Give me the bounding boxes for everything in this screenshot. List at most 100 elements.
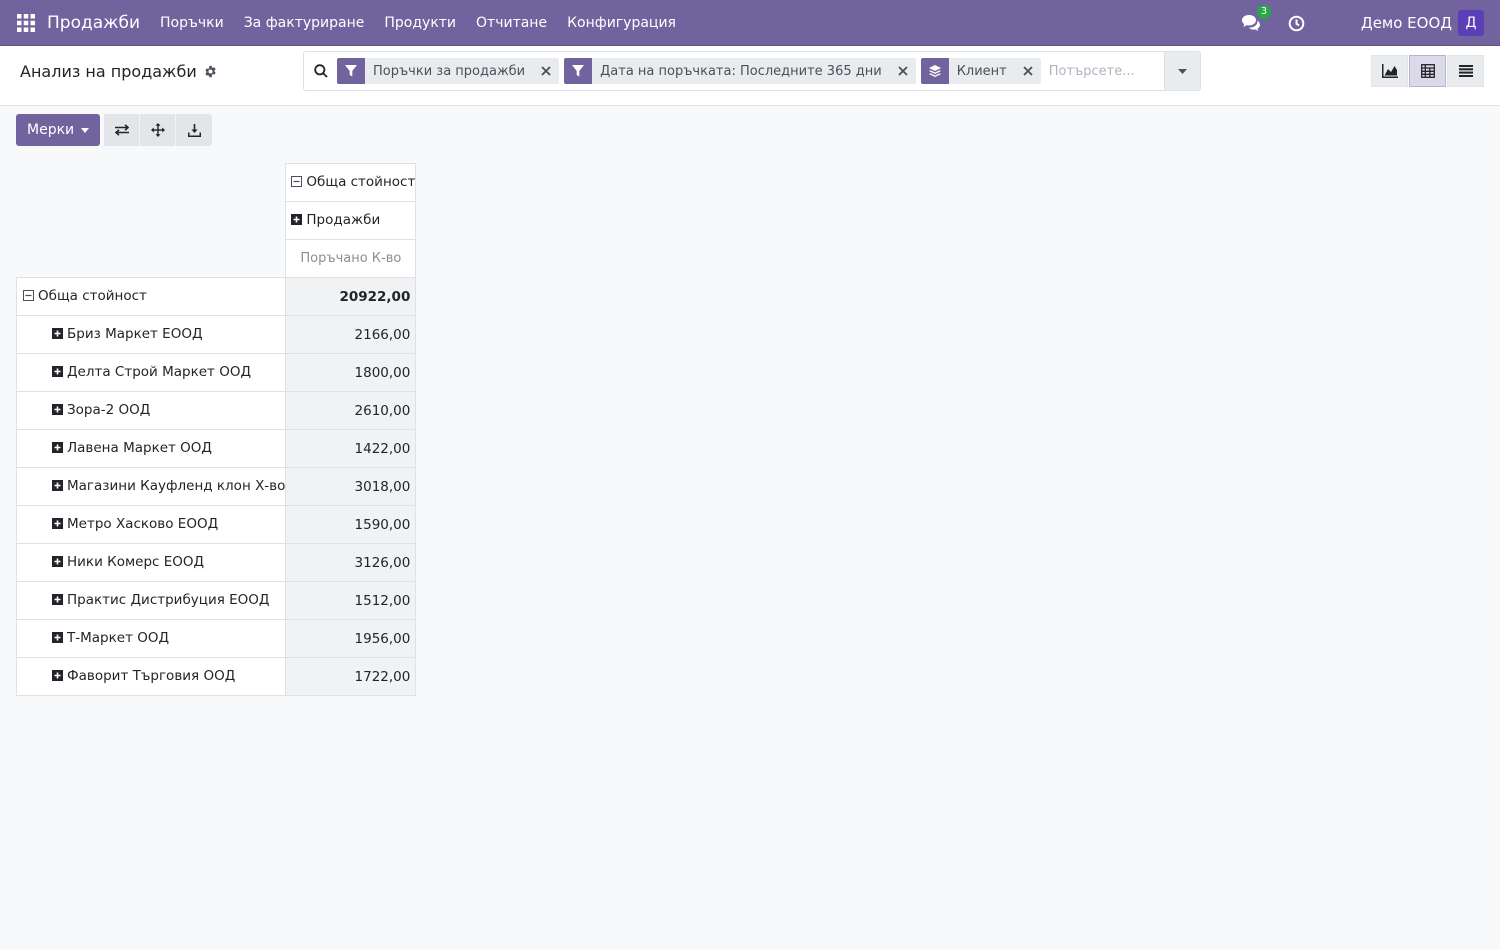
pivot-corner [16, 163, 287, 202]
pivot-table: Обща стойност Продажби Поръчано К-во Общ… [15, 163, 417, 696]
menu-item-reporting[interactable]: Отчитане [476, 15, 547, 31]
pivot-cell[interactable]: 2166,00 [285, 315, 417, 354]
menu-item-to-invoice[interactable]: За фактуриране [244, 15, 365, 31]
pivot-toolbar: Мерки [16, 114, 213, 146]
pivot-cell[interactable]: 1590,00 [285, 505, 417, 544]
pivot-cell[interactable]: 1956,00 [285, 619, 417, 658]
plus-square-icon [52, 404, 63, 416]
graph-view-icon[interactable] [1371, 55, 1408, 87]
facet-label: Клиент [956, 63, 1007, 79]
pivot-row: Бриз Маркет ЕООД 2166,00 [15, 315, 417, 354]
app-menu-icon[interactable] [0, 0, 52, 46]
messages-badge: 3 [1256, 5, 1271, 19]
plus-square-icon [52, 518, 63, 530]
pivot-cell[interactable]: 3018,00 [285, 467, 417, 506]
row-header[interactable]: Ники Комерс ЕООД [15, 543, 287, 582]
menu-item-products[interactable]: Продукти [384, 15, 456, 31]
pivot-cell[interactable]: 20922,00 [285, 277, 417, 316]
row-header[interactable]: Лавена Маркет ООД [15, 429, 287, 468]
row-header[interactable]: Практис Дистрибуция ЕООД [15, 581, 287, 620]
plus-square-icon [52, 632, 63, 644]
remove-facet-icon[interactable] [892, 58, 914, 84]
flip-axis-button[interactable] [104, 114, 141, 146]
measures-button[interactable]: Мерки [16, 114, 101, 146]
row-header[interactable]: Зора-2 ООД [15, 391, 287, 430]
pivot-cell[interactable]: 1800,00 [285, 353, 417, 392]
row-header-label: Фаворит Търговия ООД [67, 667, 236, 684]
row-header-total[interactable]: Обща стойност [15, 277, 287, 316]
row-header[interactable]: Метро Хасково ЕООД [15, 505, 287, 544]
measure-header[interactable]: Поръчано К-во [285, 239, 417, 278]
caret-down-icon [1178, 68, 1187, 74]
download-button[interactable] [176, 114, 213, 146]
row-header-label: Зора-2 ООД [67, 401, 151, 418]
activity-clock-icon[interactable] [1285, 11, 1309, 35]
pivot-row: Лавена Маркет ООД 1422,00 [15, 429, 417, 468]
minus-square-icon [23, 290, 34, 302]
column-subheader-label: Продажби [306, 211, 381, 228]
search-bar: Поръчки за продажби Дата на поръчката: П… [303, 51, 1201, 91]
pivot-view-icon[interactable] [1409, 55, 1446, 87]
pivot-row: Метро Хасково ЕООД 1590,00 [15, 505, 417, 544]
flip-axis-icon [114, 124, 130, 136]
row-header[interactable]: Т-Маркет ООД [15, 619, 287, 658]
app-name[interactable]: Продажби [47, 13, 140, 33]
menu-item-configuration[interactable]: Конфигурация [567, 15, 676, 31]
row-header-label: Делта Строй Маркет ООД [67, 363, 251, 380]
search-facet-customer: Клиент [920, 58, 1041, 84]
pivot-row: Зора-2 ООД 2610,00 [15, 391, 417, 430]
pivot-rows: Бриз Маркет ЕООД 2166,00 Делта Строй Марке… [15, 315, 417, 696]
search-facet-sale-orders: Поръчки за продажби [337, 58, 560, 84]
gear-icon[interactable] [204, 65, 217, 78]
plus-square-icon [291, 214, 303, 226]
plus-square-icon [52, 480, 63, 492]
page-title: Анализ на продажби [20, 62, 197, 81]
list-view-icon[interactable] [1447, 55, 1484, 87]
pivot-row: Делта Строй Маркет ООД 1800,00 [15, 353, 417, 392]
group-by-icon [920, 58, 949, 84]
column-header-label: Обща стойност [306, 173, 416, 190]
pivot-header-row: Продажби [16, 201, 417, 240]
pivot-row: Фаворит Търговия ООД 1722,00 [15, 657, 417, 696]
plus-square-icon [52, 670, 63, 682]
facet-label: Поръчки за продажби [373, 63, 526, 79]
column-header-total[interactable]: Обща стойност [285, 163, 417, 202]
facet-label: Дата на поръчката: Последните 365 дни [600, 63, 882, 79]
column-header-sales[interactable]: Продажби [285, 201, 417, 240]
messages-icon[interactable]: 3 [1239, 5, 1271, 35]
menu-item-orders[interactable]: Поръчки [160, 15, 224, 31]
search-facet-order-date: Дата на поръчката: Последните 365 дни [564, 58, 916, 84]
breadcrumb: Анализ на продажби [20, 62, 217, 81]
minus-square-icon [291, 176, 303, 188]
pivot-cell[interactable]: 1422,00 [285, 429, 417, 468]
top-navbar: Продажби Поръчки За фактуриране Продукти… [0, 0, 1500, 46]
pivot-cell[interactable]: 3126,00 [285, 543, 417, 582]
download-icon [187, 123, 201, 137]
pivot-row: Т-Маркет ООД 1956,00 [15, 619, 417, 658]
view-switcher [1370, 55, 1484, 87]
company-name[interactable]: Демо ЕООД [1361, 14, 1452, 32]
search-input[interactable] [1045, 56, 1164, 86]
row-header-label: Бриз Маркет ЕООД [67, 325, 203, 342]
pivot-header-row: Обща стойност [16, 163, 417, 202]
search-options-toggle[interactable] [1164, 52, 1200, 90]
user-avatar[interactable]: Д [1458, 10, 1484, 36]
row-header[interactable]: Бриз Маркет ЕООД [15, 315, 287, 354]
pivot-row: Ники Комерс ЕООД 3126,00 [15, 543, 417, 582]
expand-all-button[interactable] [140, 114, 177, 146]
pivot-cell[interactable]: 1512,00 [285, 581, 417, 620]
pivot-cell[interactable]: 2610,00 [285, 391, 417, 430]
search-icon[interactable] [304, 52, 337, 90]
plus-square-icon [52, 442, 63, 454]
control-panel: Анализ на продажби Поръчки за продажби Д… [0, 46, 1500, 106]
remove-facet-icon[interactable] [1017, 58, 1039, 84]
remove-facet-icon[interactable] [535, 58, 557, 84]
row-header[interactable]: Магазини Кауфленд клон Х-во [15, 467, 287, 506]
pivot-cell[interactable]: 1722,00 [285, 657, 417, 696]
pivot-row: Практис Дистрибуция ЕООД 1512,00 [15, 581, 417, 620]
plus-square-icon [52, 556, 63, 568]
caret-down-icon [81, 127, 90, 133]
row-header[interactable]: Делта Строй Маркет ООД [15, 353, 287, 392]
row-header[interactable]: Фаворит Търговия ООД [15, 657, 287, 696]
pivot-total-row: Обща стойност 20922,00 [15, 277, 417, 316]
